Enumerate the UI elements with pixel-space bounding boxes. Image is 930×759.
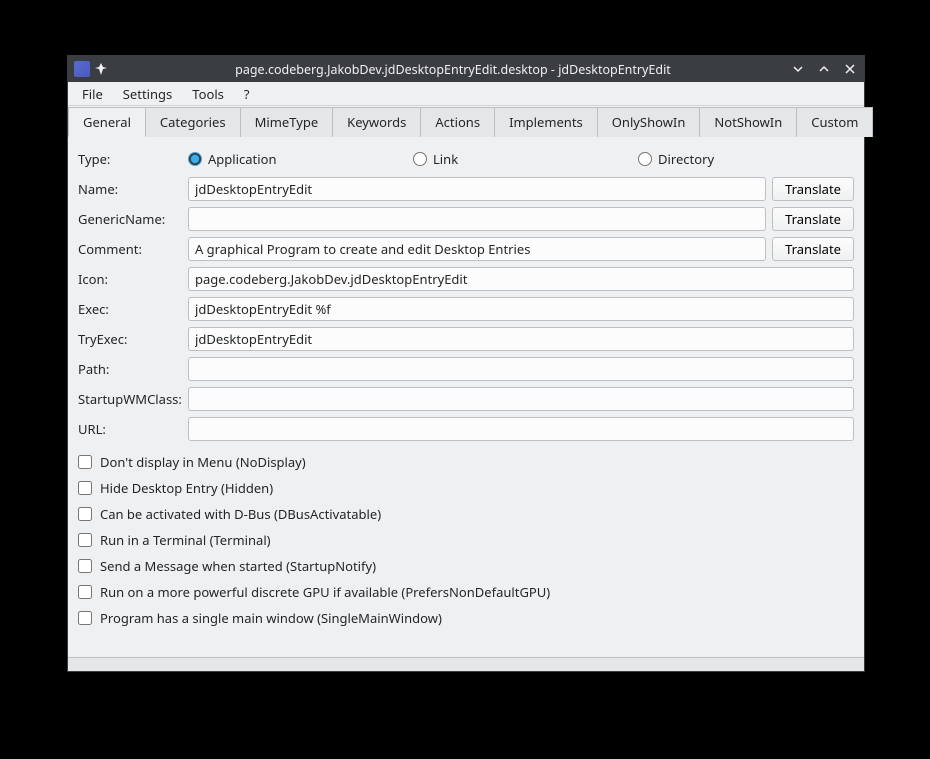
label-tryexec: TryExec: [78, 330, 188, 348]
tab-content: Type: Application Link Directory Name: [68, 137, 864, 657]
app-window: page.codeberg.JakobDev.jdDesktopEntryEdi… [67, 55, 865, 672]
comment-translate-button[interactable]: Translate [772, 237, 854, 261]
statusbar [68, 657, 864, 671]
tab-custom[interactable]: Custom [796, 107, 873, 137]
pin-icon[interactable] [94, 62, 108, 76]
label-url: URL: [78, 420, 188, 438]
type-radio-group: Application Link Directory [188, 150, 854, 168]
url-input[interactable] [188, 417, 854, 441]
radio-application-input[interactable] [188, 152, 202, 166]
checkbox-nodisplay-input[interactable] [78, 455, 92, 469]
checkbox-prefersnondefaultgpu-input[interactable] [78, 585, 92, 599]
app-icon [74, 61, 90, 77]
checkbox-hidden-input[interactable] [78, 481, 92, 495]
label-exec: Exec: [78, 300, 188, 318]
tryexec-input[interactable] [188, 327, 854, 351]
checkbox-singlemainwindow-input[interactable] [78, 611, 92, 625]
exec-input[interactable] [188, 297, 854, 321]
comment-input[interactable] [188, 237, 766, 261]
radio-directory[interactable]: Directory [638, 150, 714, 168]
tab-categories[interactable]: Categories [145, 107, 241, 137]
window-controls [790, 61, 858, 77]
tab-onlyshowin[interactable]: OnlyShowIn [597, 107, 701, 137]
label-type: Type: [78, 150, 188, 168]
radio-link-input[interactable] [413, 152, 427, 166]
checkbox-startupnotify[interactable]: Send a Message when started (StartupNoti… [78, 557, 854, 575]
tab-implements[interactable]: Implements [494, 107, 598, 137]
checkbox-dbusactivatable[interactable]: Can be activated with D-Bus (DBusActivat… [78, 505, 854, 523]
label-startupwmclass: StartupWMClass: [78, 390, 188, 408]
checkbox-startupnotify-input[interactable] [78, 559, 92, 573]
label-path: Path: [78, 360, 188, 378]
label-name: Name: [78, 180, 188, 198]
path-input[interactable] [188, 357, 854, 381]
radio-link[interactable]: Link [413, 150, 638, 168]
menu-file[interactable]: File [72, 82, 113, 106]
radio-application[interactable]: Application [188, 150, 413, 168]
window-title: page.codeberg.JakobDev.jdDesktopEntryEdi… [116, 61, 790, 78]
checkbox-terminal[interactable]: Run in a Terminal (Terminal) [78, 531, 854, 549]
checkbox-nodisplay[interactable]: Don't display in Menu (NoDisplay) [78, 453, 854, 471]
minimize-button[interactable] [790, 61, 806, 77]
name-translate-button[interactable]: Translate [772, 177, 854, 201]
tab-mimetype[interactable]: MimeType [240, 107, 334, 137]
name-input[interactable] [188, 177, 766, 201]
label-icon: Icon: [78, 270, 188, 288]
genericname-translate-button[interactable]: Translate [772, 207, 854, 231]
menu-tools[interactable]: Tools [182, 82, 234, 106]
checkbox-terminal-input[interactable] [78, 533, 92, 547]
tab-keywords[interactable]: Keywords [332, 107, 421, 137]
label-comment: Comment: [78, 240, 188, 258]
titlebar: page.codeberg.JakobDev.jdDesktopEntryEdi… [68, 56, 864, 82]
maximize-button[interactable] [816, 61, 832, 77]
checkbox-singlemainwindow[interactable]: Program has a single main window (Single… [78, 609, 854, 627]
menu-help[interactable]: ? [234, 82, 260, 106]
icon-input[interactable] [188, 267, 854, 291]
startupwmclass-input[interactable] [188, 387, 854, 411]
radio-directory-input[interactable] [638, 152, 652, 166]
checkbox-dbusactivatable-input[interactable] [78, 507, 92, 521]
menubar: File Settings Tools ? [68, 82, 864, 106]
tab-general[interactable]: General [68, 107, 146, 137]
tabbar: General Categories MimeType Keywords Act… [68, 106, 864, 137]
label-genericname: GenericName: [78, 210, 188, 228]
checkbox-prefersnondefaultgpu[interactable]: Run on a more powerful discrete GPU if a… [78, 583, 854, 601]
tab-notshowin[interactable]: NotShowIn [699, 107, 797, 137]
close-button[interactable] [842, 61, 858, 77]
checkbox-hidden[interactable]: Hide Desktop Entry (Hidden) [78, 479, 854, 497]
tab-actions[interactable]: Actions [420, 107, 495, 137]
menu-settings[interactable]: Settings [113, 82, 182, 106]
genericname-input[interactable] [188, 207, 766, 231]
